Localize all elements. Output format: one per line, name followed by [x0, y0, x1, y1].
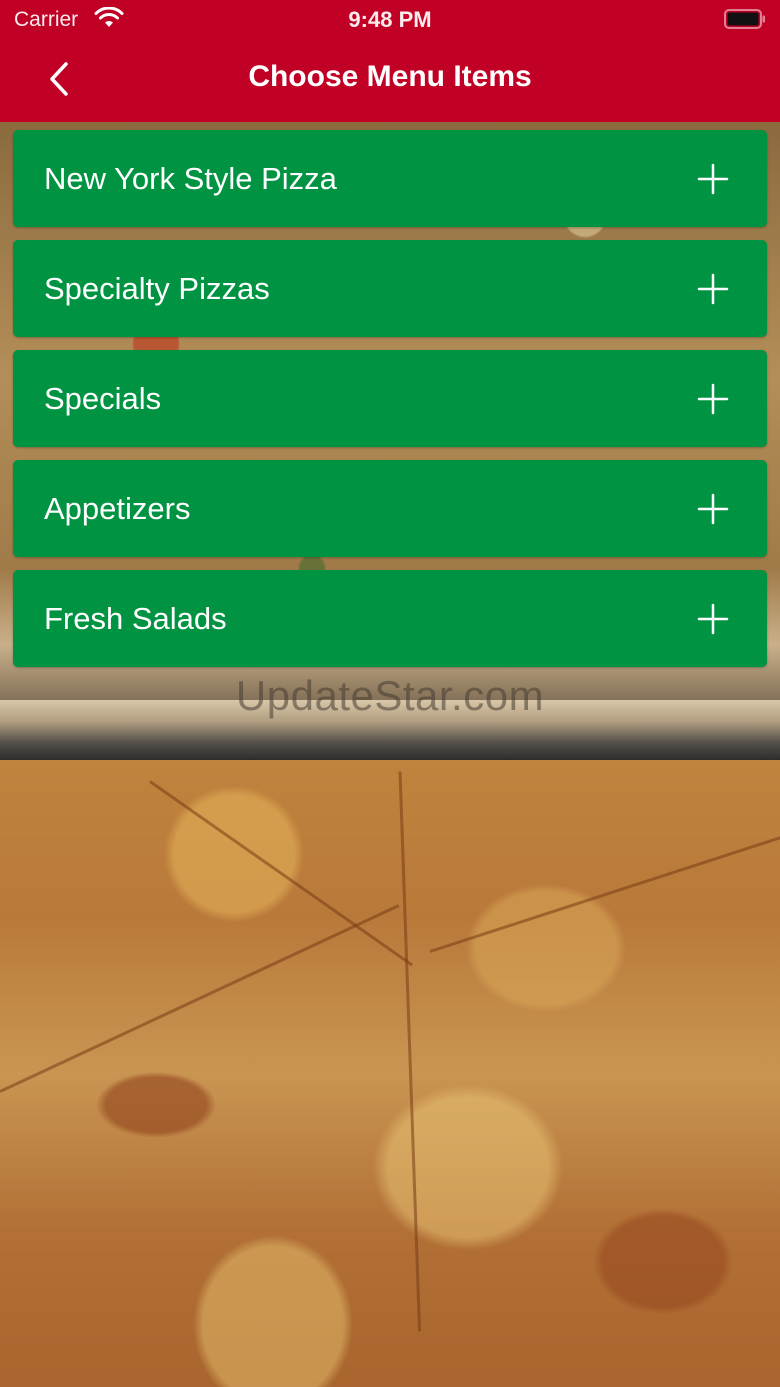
menu-category-appetizers[interactable]: Appetizers	[13, 460, 767, 557]
page-title: Choose Menu Items	[248, 60, 532, 93]
menu-category-list: New York Style Pizza Specialty Pizzas Sp…	[13, 130, 767, 680]
status-time: 9:48 PM	[348, 7, 432, 32]
menu-category-label: Specials	[44, 381, 162, 416]
status-bar: Carrier 9:48 PM	[0, 0, 780, 40]
menu-category-specialty-pizzas[interactable]: Specialty Pizzas	[13, 240, 767, 337]
slice-cut	[398, 771, 422, 1332]
slice-cut	[0, 904, 400, 1093]
battery-icon	[724, 9, 765, 29]
menu-category-label: Specialty Pizzas	[44, 271, 270, 306]
navigation-bar: Choose Menu Items	[0, 40, 780, 122]
plus-icon[interactable]	[697, 273, 729, 305]
menu-category-new-york-style-pizza[interactable]: New York Style Pizza	[13, 130, 767, 227]
plus-icon[interactable]	[697, 603, 729, 635]
menu-category-specials[interactable]: Specials	[13, 350, 767, 447]
menu-category-label: Appetizers	[44, 491, 191, 526]
menu-category-label: Fresh Salads	[44, 601, 227, 636]
plus-icon[interactable]	[697, 383, 729, 415]
plus-icon[interactable]	[697, 163, 729, 195]
menu-category-label: New York Style Pizza	[44, 161, 337, 196]
menu-category-fresh-salads[interactable]: Fresh Salads	[13, 570, 767, 667]
plus-icon[interactable]	[697, 493, 729, 525]
slice-cut	[429, 832, 780, 953]
slice-cut	[149, 780, 413, 967]
cheese-pizza-photo	[0, 760, 780, 1387]
